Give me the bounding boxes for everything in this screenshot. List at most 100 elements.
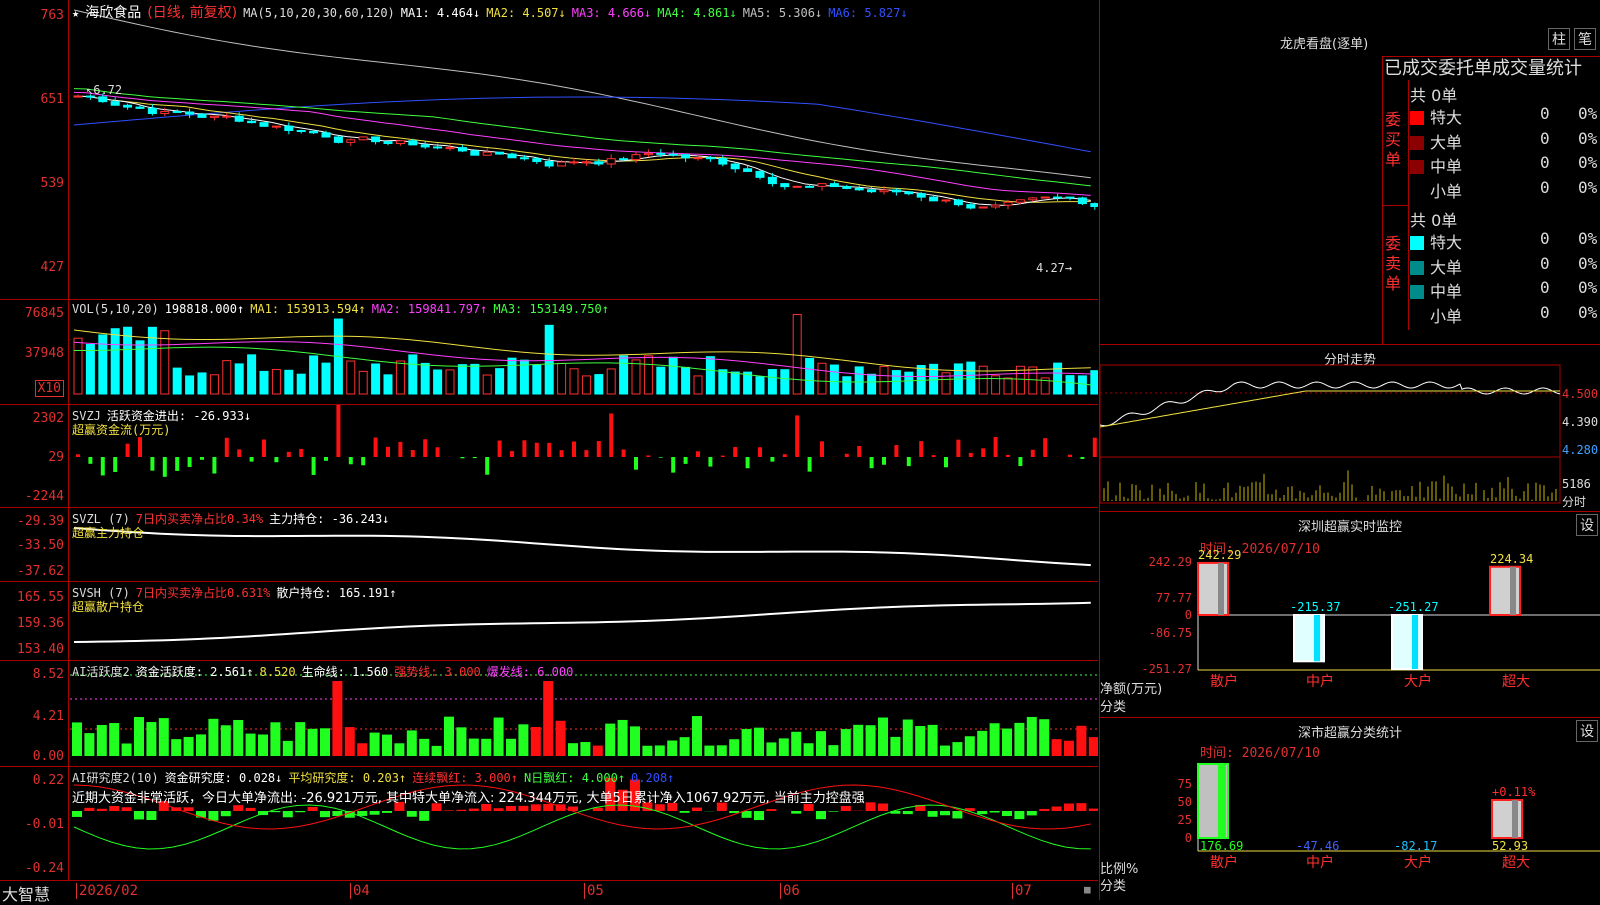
sz-class-panel[interactable]: 深市超赢分类统计 设 时间: 2026/07/10 散户中户大户超大755025… [1099,718,1600,900]
column-button[interactable]: 柱 [1548,28,1570,50]
candle-body [595,162,603,164]
volume-panel[interactable]: 76845 37948 X10 VOL(5,10,20)198818.000↑M… [0,300,1098,405]
flow-bar [411,450,415,457]
flow-bar [770,457,774,462]
buy-pct: 0% [1578,129,1597,148]
star-icon[interactable]: ★ [72,6,79,20]
candle-body [967,205,975,208]
category-label: 散户 [1210,673,1238,690]
research-bar [928,811,938,817]
sell-pct: 0% [1578,254,1597,273]
buy-label: 委买单 [1382,110,1404,170]
candle-body [793,186,801,187]
candle-body [223,116,231,117]
ai1-value: 8.520 [260,665,296,679]
candle-body [768,177,776,183]
fenshi-panel[interactable]: 分时走势 4.500 4.390 4.280 5186 分时 [1099,345,1600,512]
svzl-panel[interactable]: -29.39 -33.50 -37.62 SVZL (7)7日内买卖净占比0.3… [0,508,1098,582]
candle-body [248,121,256,122]
flow-bar [659,457,663,458]
tick-button[interactable]: 笔 [1574,28,1596,50]
ma-line [74,89,1091,186]
sell-row: 特大00% [1410,229,1600,253]
candle-body [979,207,987,208]
candle-body [731,164,739,169]
ai2-value: 资金研究度: 0.028↓ [165,771,283,785]
research-bar [518,806,528,811]
activity-bar [370,733,380,756]
research-bar [246,808,256,811]
activity-bar [667,741,677,756]
activity-bar [965,736,975,756]
candle-body [992,205,1000,207]
buy-pct: 0% [1578,153,1597,172]
flow-bar [622,449,626,457]
candle-body [607,159,615,164]
ai-activity-panel[interactable]: 8.52 4.21 0.00 AI活跃度2资金活跃度: 2.561↑8.520生… [0,661,1098,767]
flow-bar [820,441,824,457]
candlestick-chart[interactable] [0,0,1098,299]
svzj-panel[interactable]: 2302 29 -2244 SVZJ活跃资金进出: -26.933↓ 超赢资金流… [0,405,1098,508]
volume-bar [768,370,776,394]
candle-body [917,194,925,197]
activity-bar [878,718,888,756]
activity-bar [1014,723,1024,756]
activity-bar [791,732,801,756]
svsh-panel[interactable]: 165.55 159.36 153.40 SVSH (7)7日内买卖净占比0.6… [0,582,1098,661]
ma-value: MA6: 5.827↓ [828,6,907,20]
volume-bar [830,365,838,394]
candle-body [210,116,218,117]
candle-body [1041,197,1049,198]
activity-bar [630,726,640,756]
candle-body [347,140,355,143]
fenshi-vol: 5186 [1562,477,1591,491]
buy-row-label: 中单 [1430,157,1462,176]
flow-bar [498,441,502,457]
research-bar [940,811,950,815]
research-bar [184,807,194,811]
ai-research-panel[interactable]: 0.22 -0.01 -0.24 AI研究度2(10)资金研究度: 0.028↓… [0,767,1098,881]
y-tick: 0 [1185,831,1192,845]
sell-row: 大单00% [1410,254,1600,278]
ai2-label: AI研究度2(10) [72,771,159,785]
research-bar [469,809,479,811]
value-label: -251.27 [1388,600,1439,614]
candle-body [818,184,826,187]
volume-bar [1066,376,1074,394]
research-bar [1052,806,1062,811]
flow-bar [721,456,725,457]
candle-body [520,158,528,159]
lock-icon[interactable]: ■ [1084,883,1091,896]
buy-row-label: 小单 [1430,182,1462,201]
flow-bar [113,457,117,472]
activity-bar [506,739,516,756]
sz-monitor-panel[interactable]: 深圳超赢实时监控 设 时间: 2026/07/10 散户中户大户超大242.29… [1099,512,1600,718]
volume-bar [409,355,417,394]
research-bar [233,805,243,811]
sz-class-chart[interactable]: 散户中户大户超大7550250+0.11%176.69-47.46-82.175… [1100,718,1600,900]
activity-bar [940,746,950,756]
flow-bar [126,444,130,457]
activity-bar [146,722,156,756]
research-bar [1089,809,1098,811]
fenshi-chart[interactable] [1100,345,1600,511]
candle-body [434,147,442,148]
flow-bar [522,440,526,457]
research-bar [1076,803,1086,811]
price-panel[interactable]: 763 651 539 427 ★海欣食品(日线, 前复权)MA(5,10,20… [0,0,1098,300]
research-bar [84,808,94,811]
sz-monitor-chart[interactable]: 散户中户大户超大242.2977.770-86.75-251.27242.29-… [1100,512,1600,717]
buy-color-swatch [1410,160,1424,174]
ai2-value: 0.208↑ [631,771,674,785]
volume-bar [1004,378,1012,394]
volume-bar [632,360,640,394]
flow-bar [956,440,960,457]
volume-bar [471,364,479,394]
volume-bar [173,368,181,394]
candle-body [136,107,144,108]
vol-ma-value: MA2: 159841.797↑ [372,302,488,316]
flow-bar [671,457,675,473]
flow-bar [1068,455,1072,457]
volume-bar [198,373,206,394]
flow-bar [423,439,427,457]
